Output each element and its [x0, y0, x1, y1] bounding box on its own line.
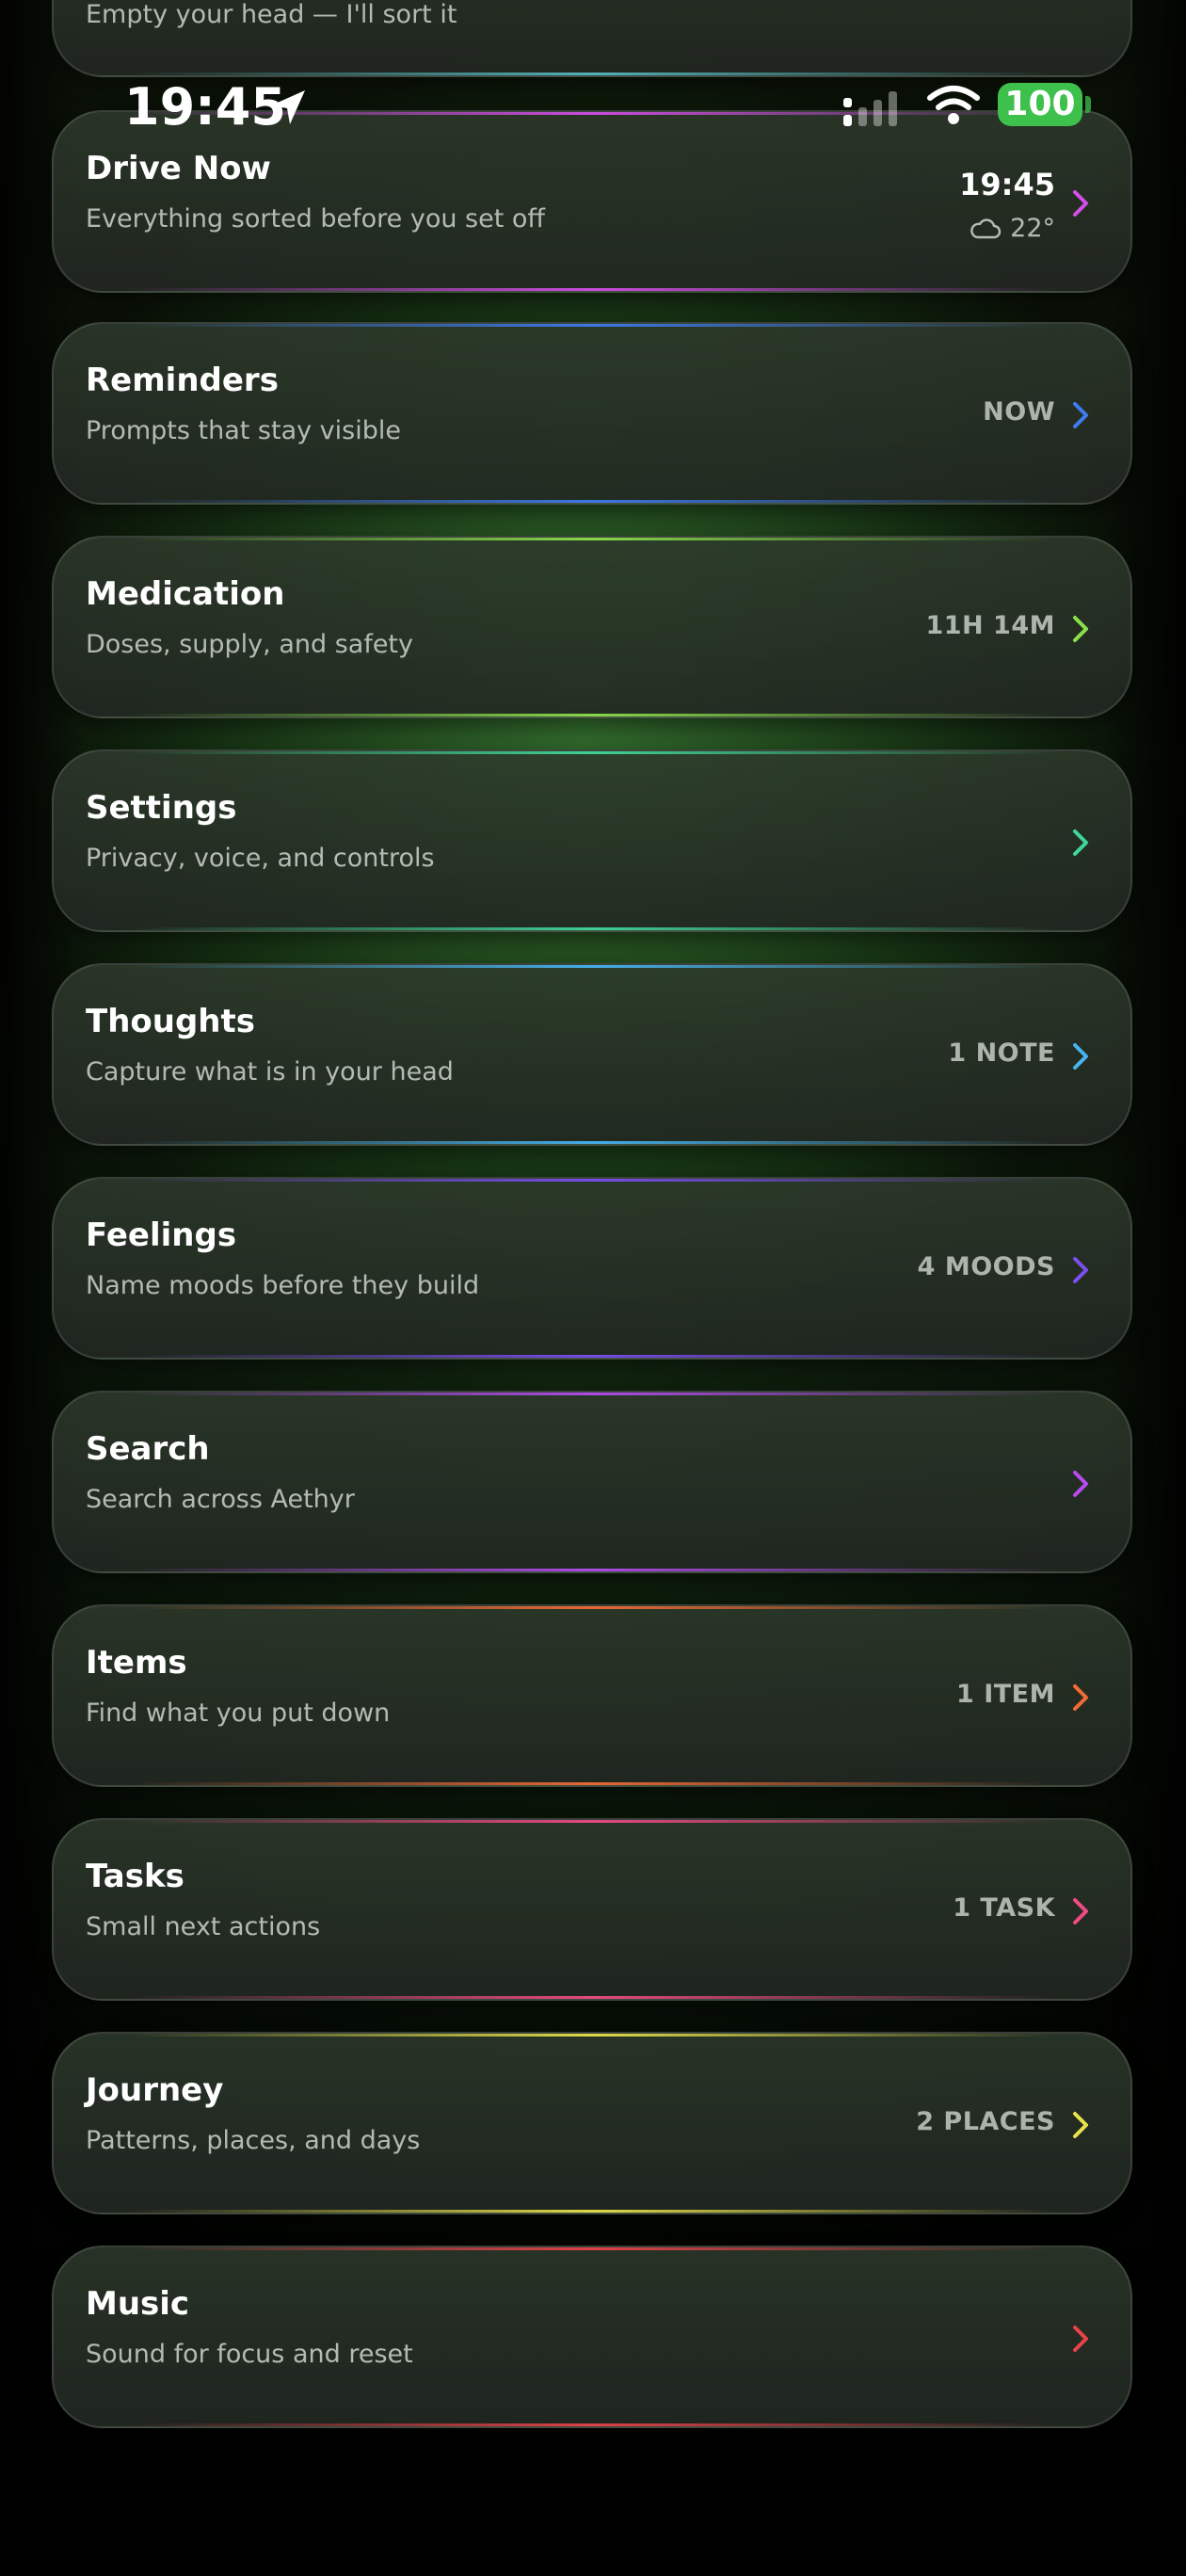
card-music[interactable]: Music Sound for focus and reset — [52, 2246, 1132, 2428]
card-glow-bottom — [129, 1569, 1055, 1571]
card-badge: 1 ITEM — [956, 1680, 1055, 1709]
card-title: Search — [86, 1430, 210, 1468]
card-glow-top — [129, 1820, 1055, 1823]
chevron-right-icon — [1073, 2112, 1088, 2138]
card-title: Medication — [86, 575, 285, 613]
card-glow-bottom — [129, 2210, 1055, 2213]
drive-weather: 22° — [969, 214, 1055, 243]
chevron-right-icon — [1073, 402, 1088, 428]
card-reminders[interactable]: Reminders Prompts that stay visible NOW — [52, 322, 1132, 505]
card-badge: 1 NOTE — [948, 1038, 1055, 1068]
chevron-right-icon — [1073, 1471, 1088, 1497]
chevron-right-icon — [1073, 1257, 1088, 1283]
card-glow-bottom — [129, 2423, 1055, 2426]
drive-time: 19:45 — [959, 167, 1055, 202]
chevron-right-icon — [1073, 190, 1088, 217]
card-title: Feelings — [86, 1216, 237, 1254]
cloud-icon — [970, 217, 1002, 238]
drive-temperature: 22° — [1010, 214, 1055, 243]
card-glow-top — [129, 751, 1055, 754]
status-bar: 19:45 100 — [0, 73, 1186, 143]
card-subtitle: Patterns, places, and days — [86, 2126, 421, 2155]
wifi-icon — [927, 86, 980, 124]
card-items[interactable]: Items Find what you put down 1 ITEM — [52, 1604, 1132, 1787]
battery-nub — [1085, 96, 1091, 113]
chevron-right-icon — [1073, 1684, 1088, 1711]
chevron-right-icon — [1073, 829, 1088, 856]
card-glow-top — [129, 965, 1055, 968]
chevron-right-icon — [1073, 1898, 1088, 1924]
card-subtitle: Doses, supply, and safety — [86, 630, 413, 659]
card-subtitle: Privacy, voice, and controls — [86, 844, 435, 873]
card-title: Drive Now — [86, 150, 271, 187]
card-badge: 2 PLACES — [916, 2107, 1055, 2136]
chevron-right-icon — [1073, 616, 1088, 642]
card-subtitle: Name moods before they build — [86, 1271, 480, 1300]
card-glow-top — [129, 1393, 1055, 1395]
card-glow-top — [129, 2247, 1055, 2250]
card-top-partial[interactable]: Empty your head — I'll sort it — [52, 0, 1132, 77]
card-glow-bottom — [129, 500, 1055, 503]
card-search[interactable]: Search Search across Aethyr — [52, 1391, 1132, 1573]
card-title: Reminders — [86, 362, 279, 399]
chevron-right-icon — [1073, 2326, 1088, 2352]
card-settings[interactable]: Settings Privacy, voice, and controls — [52, 749, 1132, 932]
card-glow-bottom — [129, 1996, 1055, 1999]
card-tasks[interactable]: Tasks Small next actions 1 TASK — [52, 1818, 1132, 2001]
card-thoughts[interactable]: Thoughts Capture what is in your head 1 NO… — [52, 963, 1132, 1146]
card-subtitle: Empty your head — I'll sort it — [86, 0, 457, 29]
card-title: Music — [86, 2285, 190, 2323]
card-glow-top — [129, 1179, 1055, 1182]
card-title: Thoughts — [86, 1003, 255, 1040]
card-glow-bottom — [129, 714, 1055, 716]
chevron-right-icon — [1073, 1043, 1088, 1070]
card-subtitle: Prompts that stay visible — [86, 416, 401, 445]
card-subtitle: Capture what is in your head — [86, 1057, 454, 1087]
card-glow-top — [129, 2034, 1055, 2037]
card-glow-top — [129, 1606, 1055, 1609]
card-badge: 1 TASK — [953, 1893, 1055, 1923]
card-subtitle: Search across Aethyr — [86, 1485, 355, 1514]
card-title: Items — [86, 1644, 187, 1682]
card-title: Settings — [86, 789, 237, 827]
location-arrow-icon — [271, 90, 305, 124]
card-glow-bottom — [129, 1782, 1055, 1785]
card-subtitle: Everything sorted before you set off — [86, 204, 546, 233]
card-glow-bottom — [129, 1355, 1055, 1358]
status-time: 19:45 — [124, 77, 286, 137]
battery-indicator: 100 — [998, 83, 1082, 126]
card-journey[interactable]: Journey Patterns, places, and days 2 PLACE… — [52, 2032, 1132, 2214]
card-title: Tasks — [86, 1858, 184, 1895]
card-badge: 11H 14M — [925, 611, 1055, 640]
card-subtitle: Sound for focus and reset — [86, 2340, 413, 2369]
card-glow-top — [129, 538, 1055, 540]
cellular-signal-icon — [843, 91, 897, 126]
card-glow-bottom — [129, 1141, 1055, 1144]
card-badge: NOW — [983, 397, 1055, 427]
card-title: Journey — [86, 2071, 224, 2109]
card-subtitle: Find what you put down — [86, 1699, 391, 1728]
card-glow-top — [129, 324, 1055, 327]
card-medication[interactable]: Medication Doses, supply, and safety 11H 1… — [52, 536, 1132, 718]
card-subtitle: Small next actions — [86, 1912, 321, 1941]
card-feelings[interactable]: Feelings Name moods before they build 4 MO… — [52, 1177, 1132, 1360]
card-badge: 4 MOODS — [917, 1252, 1055, 1281]
card-glow-bottom — [129, 927, 1055, 930]
